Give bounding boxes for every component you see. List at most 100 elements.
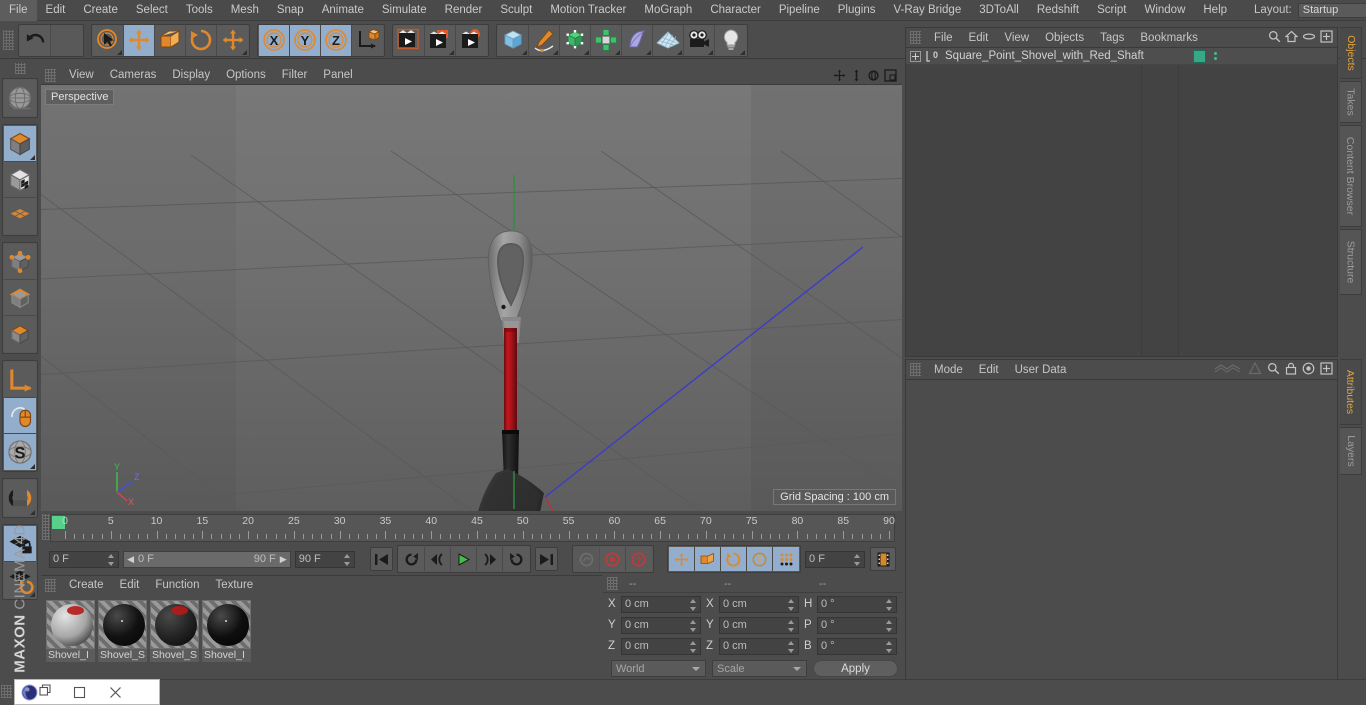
maximize-window-icon[interactable] xyxy=(64,680,94,704)
menu-simulate[interactable]: Simulate xyxy=(373,0,436,21)
tab-content-browser[interactable]: Content Browser xyxy=(1340,125,1362,227)
object-manager-gripper[interactable] xyxy=(910,31,921,44)
maximize-viewport-icon[interactable] xyxy=(883,68,898,83)
step-forward-button[interactable] xyxy=(477,547,504,571)
object-menu-view[interactable]: View xyxy=(996,28,1037,48)
coordinate-system-dropdown[interactable]: World xyxy=(611,660,706,677)
stepper-icon[interactable] xyxy=(108,553,115,566)
attributes-body[interactable] xyxy=(906,380,1337,679)
rotation-field[interactable]: 0 ° xyxy=(817,595,897,613)
object-menu-tags[interactable]: Tags xyxy=(1092,28,1132,48)
key-scale-button[interactable] xyxy=(695,547,722,571)
tab-structure[interactable]: Structure xyxy=(1340,229,1362,295)
position-field[interactable]: 0 cm xyxy=(621,595,701,613)
timeline-filmstrip-button[interactable] xyxy=(870,547,897,571)
size-field[interactable]: 0 cm xyxy=(719,616,799,634)
viewport-menu-filter[interactable]: Filter xyxy=(274,66,316,85)
pan-icon[interactable] xyxy=(832,68,847,83)
search-icon[interactable] xyxy=(1267,362,1280,378)
attributes-menu-mode[interactable]: Mode xyxy=(926,360,971,380)
menu-plugins[interactable]: Plugins xyxy=(829,0,885,21)
y-axis-button[interactable]: Y xyxy=(290,24,321,56)
render-region-button[interactable] xyxy=(425,24,456,56)
menu-v-ray-bridge[interactable]: V-Ray Bridge xyxy=(884,0,970,21)
stepper-icon[interactable] xyxy=(886,640,893,653)
environment-button[interactable] xyxy=(653,24,684,56)
current-frame-field[interactable]: 0 F xyxy=(49,550,120,568)
polygons-mode-button[interactable] xyxy=(4,316,36,352)
undo-button[interactable] xyxy=(20,24,51,56)
enable-axis-button[interactable] xyxy=(4,362,36,398)
scale-button[interactable] xyxy=(155,24,186,56)
material-preview-swatch[interactable] xyxy=(202,600,251,649)
object-menu-file[interactable]: File xyxy=(926,28,961,48)
stepper-icon[interactable] xyxy=(854,553,861,566)
restore-window-icon[interactable] xyxy=(39,684,52,700)
menu-help[interactable]: Help xyxy=(1194,0,1236,21)
menu-tools[interactable]: Tools xyxy=(177,0,222,21)
viewport-menu-panel[interactable]: Panel xyxy=(315,66,360,85)
dolly-icon[interactable] xyxy=(849,68,864,83)
stepper-icon[interactable] xyxy=(788,640,795,653)
go-to-start-button[interactable] xyxy=(369,547,394,571)
wave-icon[interactable] xyxy=(1213,362,1243,378)
tab-layers[interactable]: Layers xyxy=(1340,427,1362,475)
end-frame-field[interactable]: 90 F xyxy=(294,550,355,568)
target-icon[interactable] xyxy=(1302,362,1315,378)
coordinate-mode-dropdown[interactable]: Scale xyxy=(712,660,807,677)
layer-color-tag[interactable] xyxy=(1193,49,1206,63)
viewport-3d-canvas[interactable]: Perspective Grid Spacing : 100 cm Y Z X xyxy=(41,85,902,511)
material-menu-texture[interactable]: Texture xyxy=(207,576,261,595)
stepper-icon[interactable] xyxy=(690,640,697,653)
record-key-button[interactable] xyxy=(599,547,626,571)
step-back-button[interactable] xyxy=(425,547,452,571)
menu-character[interactable]: Character xyxy=(701,0,770,21)
rotation-field[interactable]: 0 ° xyxy=(817,637,897,655)
size-field[interactable]: 0 cm xyxy=(719,637,799,655)
menu-sculpt[interactable]: Sculpt xyxy=(491,0,541,21)
material-item[interactable]: Shovel_S xyxy=(150,600,199,662)
generator-button[interactable] xyxy=(560,24,591,56)
menu-redshift[interactable]: Redshift xyxy=(1028,0,1088,21)
workplane-mode-button[interactable] xyxy=(4,198,36,234)
go-to-end-button[interactable] xyxy=(535,547,559,571)
menu-animate[interactable]: Animate xyxy=(313,0,373,21)
z-axis-button[interactable]: Z xyxy=(321,24,352,56)
stepper-icon[interactable] xyxy=(886,619,893,632)
viewport-gripper[interactable] xyxy=(45,68,56,82)
cone-icon[interactable] xyxy=(1248,361,1262,378)
orbit-icon[interactable] xyxy=(866,68,881,83)
preview-range-slider[interactable]: ◀ 0 F 90 F ▶ xyxy=(123,550,291,568)
visibility-dots-icon[interactable] xyxy=(1214,52,1217,60)
viewport-menu-view[interactable]: View xyxy=(61,66,102,85)
material-item[interactable]: Shovel_I xyxy=(46,600,95,662)
frame-field-right[interactable]: 0 F xyxy=(805,550,866,568)
material-gripper[interactable] xyxy=(45,579,56,592)
expand-plus-icon[interactable] xyxy=(910,50,921,62)
model-mode-button[interactable] xyxy=(4,126,36,162)
object-row[interactable]: 0 Square_Point_Shovel_with_Red_Shaft xyxy=(906,48,1337,65)
spline-pen-button[interactable] xyxy=(529,24,560,56)
deformer-button[interactable] xyxy=(622,24,653,56)
menu-motion-tracker[interactable]: Motion Tracker xyxy=(541,0,635,21)
stepper-icon[interactable] xyxy=(788,619,795,632)
viewport-menu-options[interactable]: Options xyxy=(218,66,274,85)
toolbar-gripper[interactable] xyxy=(3,30,14,50)
viewport-menu-display[interactable]: Display xyxy=(164,66,218,85)
menu-select[interactable]: Select xyxy=(127,0,177,21)
material-preview-swatch[interactable] xyxy=(46,600,95,649)
new-tab-icon[interactable] xyxy=(1320,361,1333,378)
left-toolbar-gripper[interactable] xyxy=(14,63,26,74)
menu-window[interactable]: Window xyxy=(1135,0,1194,21)
stepper-icon[interactable] xyxy=(690,598,697,611)
camera-button[interactable] xyxy=(684,24,715,56)
attributes-menu-user-data[interactable]: User Data xyxy=(1007,360,1075,380)
material-preview-swatch[interactable] xyxy=(150,600,199,649)
menu-pipeline[interactable]: Pipeline xyxy=(770,0,829,21)
play-loop-button[interactable] xyxy=(503,547,530,571)
stepper-icon[interactable] xyxy=(886,598,893,611)
range-right-arrow-icon[interactable]: ▶ xyxy=(280,554,287,565)
world-axis-button[interactable] xyxy=(4,80,36,116)
close-window-icon[interactable] xyxy=(100,680,130,704)
lock-icon[interactable] xyxy=(1285,362,1297,378)
